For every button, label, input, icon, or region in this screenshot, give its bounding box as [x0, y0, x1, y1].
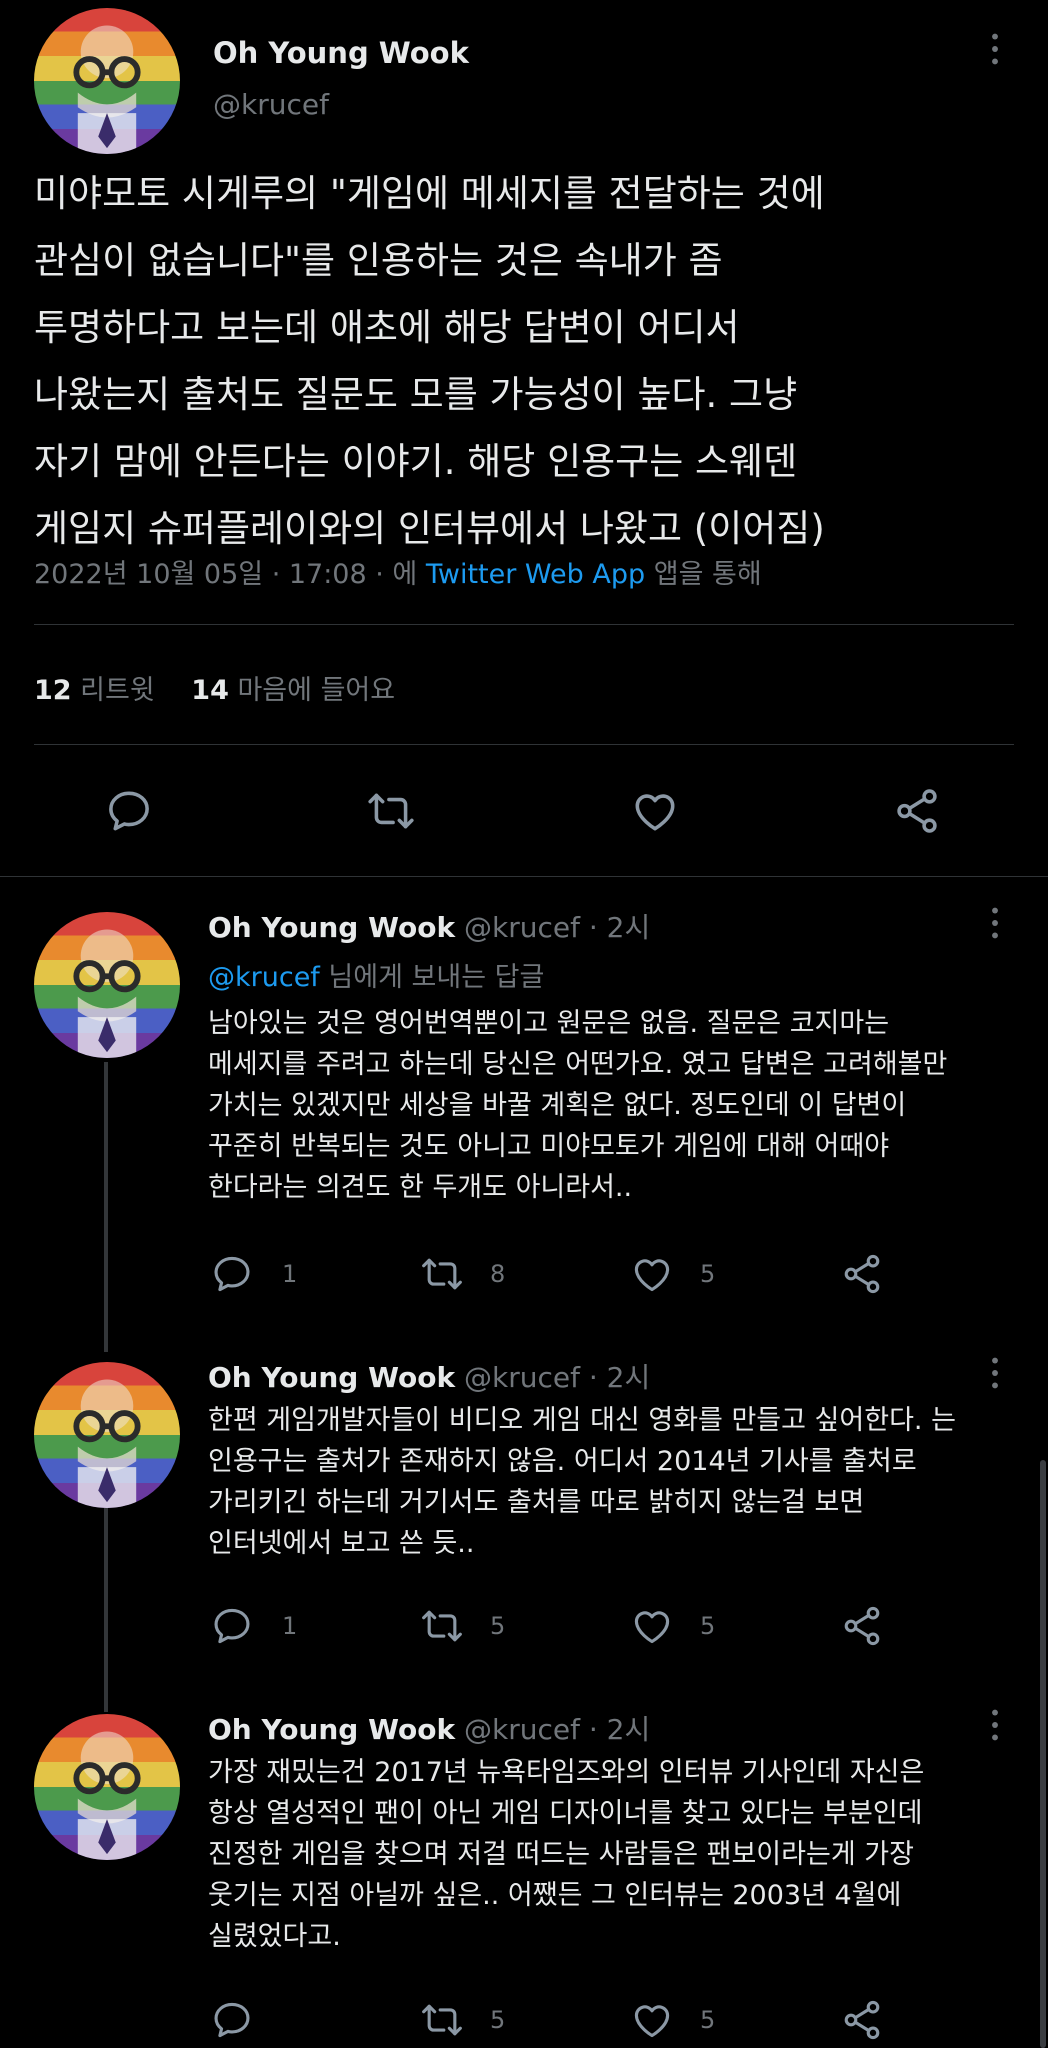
like-icon[interactable]: [630, 1998, 674, 2046]
reply-count: 1: [282, 1260, 298, 1288]
like-icon[interactable]: [630, 1604, 674, 1652]
more-icon[interactable]: [990, 1356, 1000, 1390]
more-icon[interactable]: [990, 1708, 1000, 1742]
like-count: 5: [700, 2006, 716, 2034]
tweet-stats: 12 리트윗 14 마음에 들어요: [34, 668, 395, 707]
reply-text: 남아있는 것은 영어번역뿐이고 원문은 없음. 질문은 코지마는 메세지를 주려…: [208, 1008, 948, 1203]
reply-icon[interactable]: [210, 1604, 254, 1652]
like-icon[interactable]: [630, 786, 680, 836]
author-handle[interactable]: @krucef: [464, 1361, 580, 1394]
share-icon[interactable]: [892, 786, 942, 836]
reply-header: Oh Young Wook @krucef · 2시: [208, 906, 650, 946]
more-icon[interactable]: [990, 906, 1000, 940]
reply-header: Oh Young Wook @krucef · 2시: [208, 1356, 650, 1396]
avatar[interactable]: [34, 1362, 180, 1508]
divider: [0, 876, 1048, 877]
reply-text: 한편 게임개발자들이 비디오 게임 대신 영화를 만들고 싶어한다. 는 인용구…: [208, 1405, 956, 1559]
share-icon[interactable]: [840, 1604, 884, 1652]
reply-count: 1: [282, 1612, 298, 1640]
author-handle[interactable]: @krucef: [213, 88, 329, 121]
share-icon[interactable]: [840, 1998, 884, 2046]
retweet-icon[interactable]: [366, 786, 416, 836]
retweet-count: 5: [490, 2006, 506, 2034]
like-icon[interactable]: [630, 1252, 674, 1300]
retweet-count: 5: [490, 1612, 506, 1640]
share-icon[interactable]: [840, 1252, 884, 1300]
avatar-image: [34, 1714, 180, 1860]
author-name[interactable]: Oh Young Wook: [213, 36, 469, 70]
tweet-text: 미야모토 시게루의 "게임에 메세지를 전달하는 것에 관심이 없습니다"를 인…: [34, 172, 825, 550]
avatar[interactable]: [34, 8, 180, 154]
replying-to: @krucef 님에게 보내는 답글: [208, 955, 544, 994]
reply-time[interactable]: · 2시: [589, 1361, 650, 1394]
retweets-label[interactable]: 리트윗: [80, 675, 155, 706]
avatar-image: [34, 8, 180, 154]
divider: [34, 624, 1014, 625]
avatar[interactable]: [34, 1714, 180, 1860]
reply-text: 가장 재밌는건 2017년 뉴욕타임즈와의 인터뷰 기사인데 자신은 항상 열성…: [208, 1757, 925, 1952]
likes-count[interactable]: 14: [191, 675, 229, 706]
reply-icon[interactable]: [104, 786, 154, 836]
thread-line: [104, 1062, 108, 1352]
avatar[interactable]: [34, 912, 180, 1058]
reply-time[interactable]: · 2시: [589, 1713, 650, 1746]
more-icon[interactable]: [990, 32, 1000, 66]
retweet-icon[interactable]: [420, 1998, 464, 2046]
avatar-image: [34, 1362, 180, 1508]
author-name[interactable]: Oh Young Wook: [208, 911, 455, 944]
retweet-icon[interactable]: [420, 1252, 464, 1300]
avatar-image: [34, 912, 180, 1058]
source-app-suffix: 앱을 통해: [653, 559, 762, 590]
retweet-count: 8: [490, 1260, 506, 1288]
reply-icon[interactable]: [210, 1252, 254, 1300]
divider: [34, 744, 1014, 745]
likes-label[interactable]: 마음에 들어요: [237, 675, 395, 706]
author-handle[interactable]: @krucef: [464, 1713, 580, 1746]
tweet-meta: 2022년 10월 05일 · 17:08 · 에 Twitter Web Ap…: [34, 552, 762, 591]
retweets-count[interactable]: 12: [34, 675, 72, 706]
tweet-date: 2022년 10월 05일 · 17:08 · 에: [34, 559, 418, 590]
author-handle[interactable]: @krucef: [464, 911, 580, 944]
scrollbar[interactable]: [1040, 1460, 1046, 2048]
reply-time[interactable]: · 2시: [589, 911, 650, 944]
reply-icon[interactable]: [210, 1998, 254, 2046]
author-name[interactable]: Oh Young Wook: [208, 1713, 455, 1746]
replying-to-label: 님에게 보내는 답글: [328, 962, 545, 993]
retweet-icon[interactable]: [420, 1604, 464, 1652]
author-name[interactable]: Oh Young Wook: [208, 1361, 455, 1394]
source-app-link[interactable]: Twitter Web App: [426, 559, 645, 590]
replying-to-handle[interactable]: @krucef: [208, 962, 320, 993]
reply-header: Oh Young Wook @krucef · 2시: [208, 1708, 650, 1748]
like-count: 5: [700, 1260, 716, 1288]
like-count: 5: [700, 1612, 716, 1640]
